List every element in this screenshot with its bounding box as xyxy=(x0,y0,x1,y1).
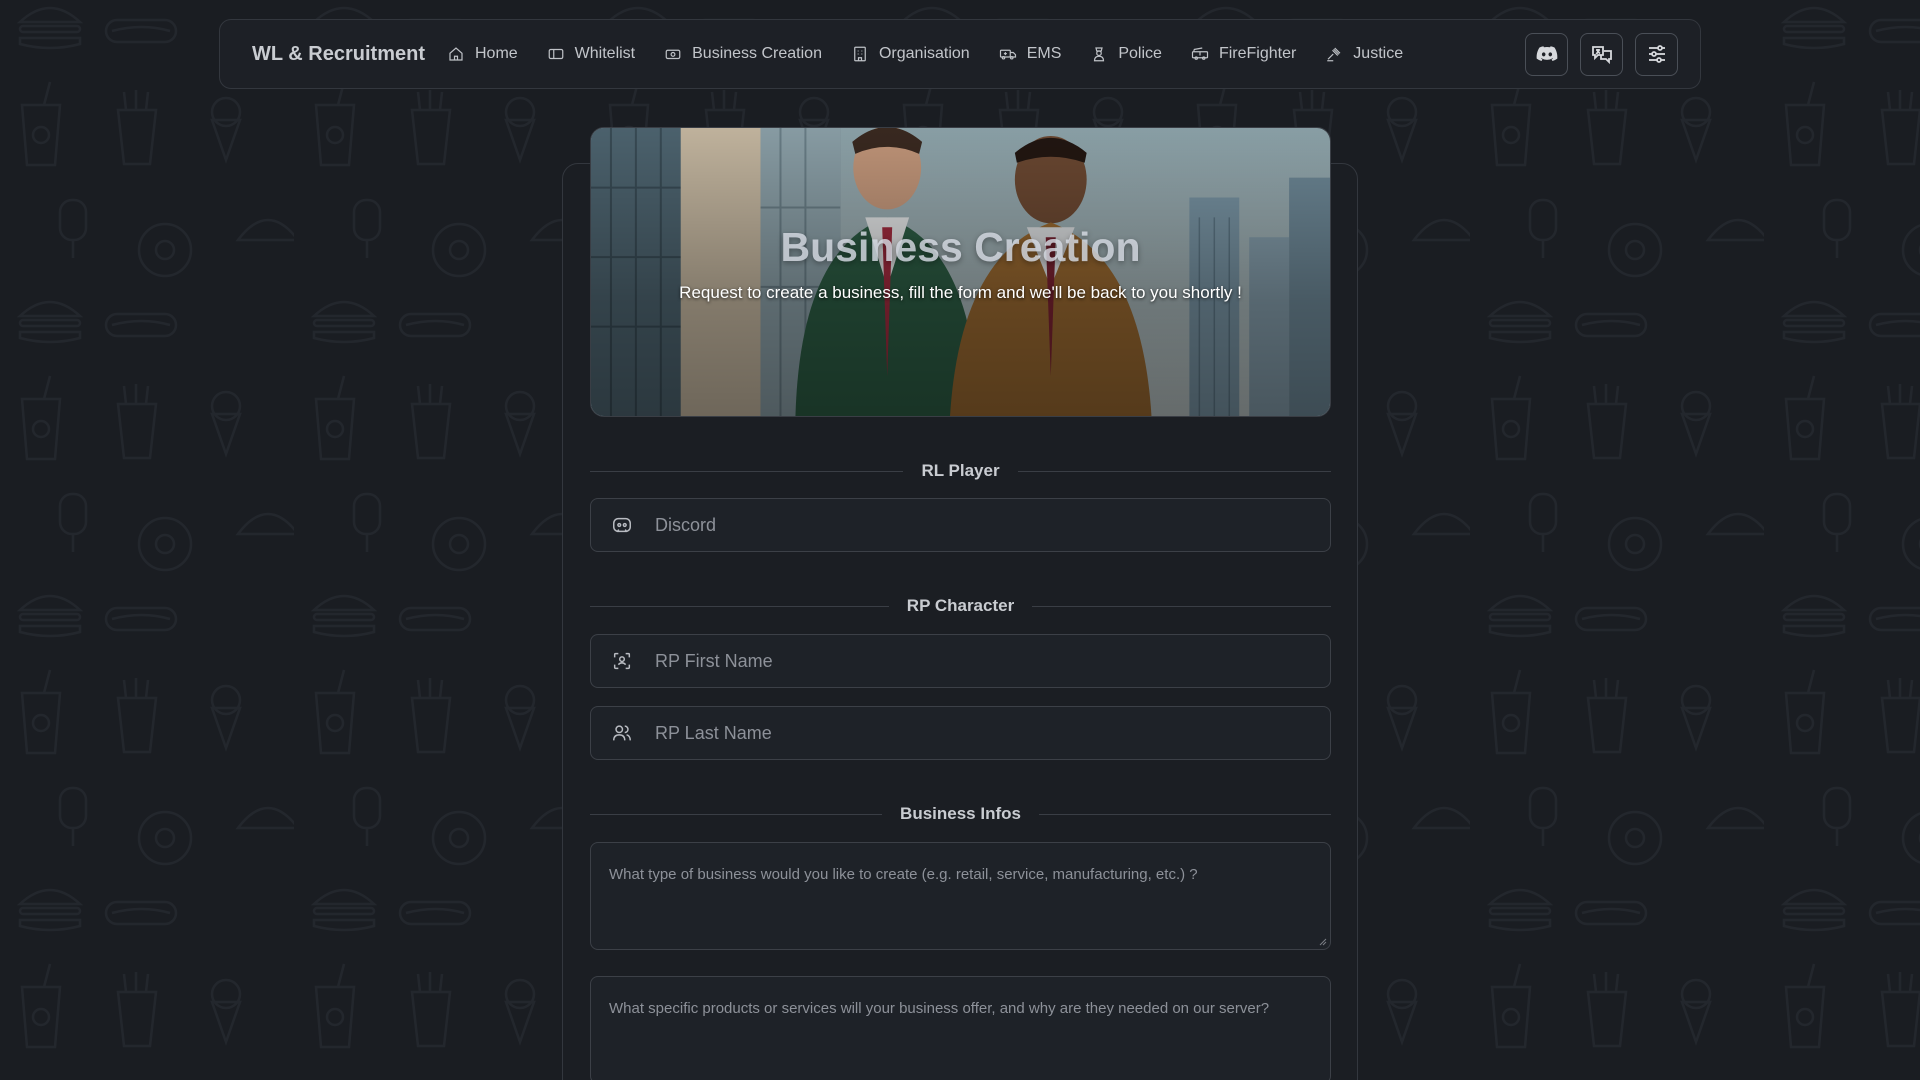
users-icon xyxy=(611,722,633,744)
section-rp-character: RP Character xyxy=(590,596,1331,616)
top-navbar: WL & Recruitment Home Whitelist Business… xyxy=(219,19,1701,89)
nav-item-label: Home xyxy=(474,45,518,62)
discord-input[interactable] xyxy=(655,514,1330,536)
section-business-infos: Business Infos xyxy=(590,804,1331,824)
section-title: RP Character xyxy=(906,596,1015,615)
home-icon xyxy=(447,45,465,63)
section-rl-player: RL Player xyxy=(590,461,1331,481)
business-offer-field[interactable] xyxy=(590,976,1331,1080)
banknote-icon xyxy=(664,45,682,63)
nav-item-home[interactable]: Home xyxy=(437,45,537,63)
hero-subtitle: Request to create a business, fill the f… xyxy=(679,283,1242,302)
language-translate-icon xyxy=(1591,46,1612,65)
nav-item-label: EMS xyxy=(1026,45,1062,62)
settings-sliders-icon xyxy=(1648,45,1665,63)
business-type-textarea[interactable] xyxy=(591,843,1330,949)
hero-businessmen-image xyxy=(591,128,1330,416)
nav-item-business-creation[interactable]: Business Creation xyxy=(654,45,841,63)
resize-grip-icon[interactable] xyxy=(1319,938,1327,946)
ambulance-icon xyxy=(999,45,1017,63)
discord-button[interactable] xyxy=(1525,32,1568,76)
nav-item-ems[interactable]: EMS xyxy=(989,45,1081,63)
brand-title[interactable]: WL & Recruitment xyxy=(252,43,425,66)
business-offer-textarea[interactable] xyxy=(591,977,1330,1080)
gavel-icon xyxy=(1325,45,1343,63)
nav-item-label: Organisation xyxy=(878,45,970,62)
discord-icon xyxy=(1536,46,1557,61)
ticket-icon xyxy=(547,45,565,63)
rp-last-name-input[interactable] xyxy=(655,722,1330,744)
nav-menu: Home Whitelist Business Creation Organis… xyxy=(437,45,1422,63)
nav-item-whitelist[interactable]: Whitelist xyxy=(537,45,654,63)
section-title: RL Player xyxy=(921,461,1000,480)
nav-item-label: Police xyxy=(1118,45,1162,62)
rp-last-name-field[interactable] xyxy=(590,706,1331,760)
nav-item-police[interactable]: Police xyxy=(1080,45,1181,63)
fire-truck-icon xyxy=(1191,45,1209,63)
nav-item-label: Justice xyxy=(1353,45,1404,62)
section-title: Business Infos xyxy=(900,804,1021,823)
face-scan-icon xyxy=(611,650,633,672)
discord-field[interactable] xyxy=(590,498,1331,552)
nav-item-label: FireFighter xyxy=(1218,45,1297,62)
discord-icon xyxy=(611,514,633,536)
hero-banner: Business Creation Request to create a bu… xyxy=(590,127,1331,417)
police-officer-icon xyxy=(1090,45,1108,63)
nav-actions xyxy=(1525,32,1678,76)
business-type-field[interactable] xyxy=(590,842,1331,950)
nav-item-organisation[interactable]: Organisation xyxy=(841,45,989,63)
hero-title: Business Creation xyxy=(780,224,1141,270)
nav-item-label: Whitelist xyxy=(574,45,636,62)
settings-button[interactable] xyxy=(1635,32,1678,76)
rp-first-name-input[interactable] xyxy=(655,650,1330,672)
language-button[interactable] xyxy=(1580,32,1623,76)
nav-item-justice[interactable]: Justice xyxy=(1315,45,1422,63)
building-icon xyxy=(851,45,869,63)
nav-item-firefighter[interactable]: FireFighter xyxy=(1181,45,1315,63)
rp-first-name-field[interactable] xyxy=(590,634,1331,688)
nav-item-label: Business Creation xyxy=(692,45,822,62)
